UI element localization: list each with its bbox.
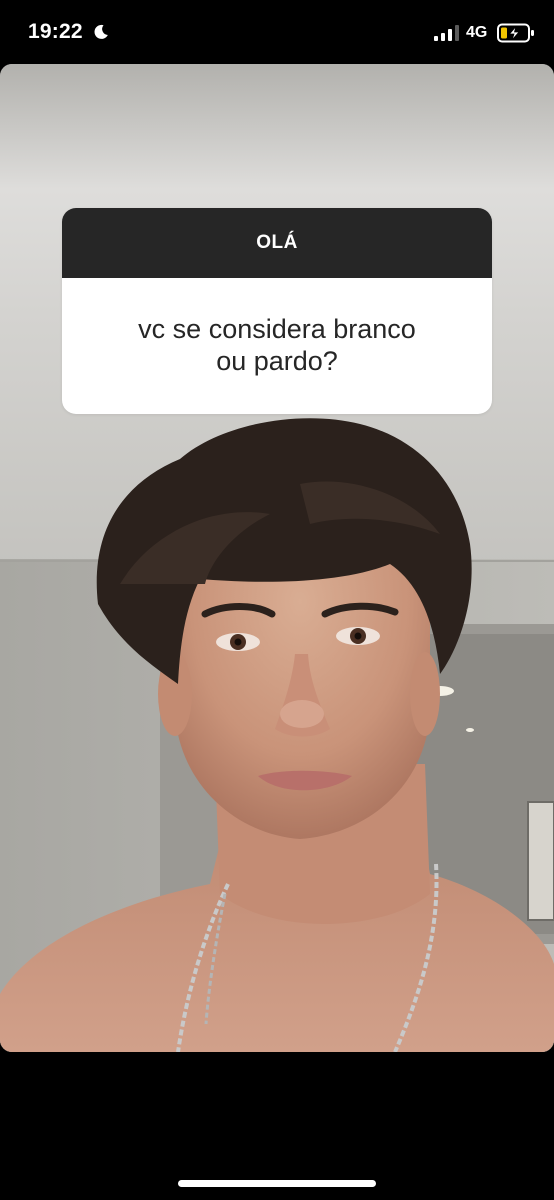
status-time: 19:22 (28, 20, 83, 43)
home-indicator[interactable] (178, 1180, 376, 1187)
moon-icon (94, 24, 108, 39)
story-frame[interactable]: OLÁ vc se considera branco ou pardo? (0, 64, 554, 1052)
sticker-header: OLÁ (62, 208, 492, 278)
battery-charging-icon (497, 23, 534, 43)
sticker-question: vc se considera branco ou pardo? (138, 314, 416, 376)
status-bar: 19:22 4G (0, 0, 554, 64)
question-sticker[interactable]: OLÁ vc se considera branco ou pardo? (62, 208, 492, 414)
signal-icon (434, 25, 459, 41)
bottom-bar (0, 1052, 554, 1200)
network-label: 4G (466, 24, 488, 41)
